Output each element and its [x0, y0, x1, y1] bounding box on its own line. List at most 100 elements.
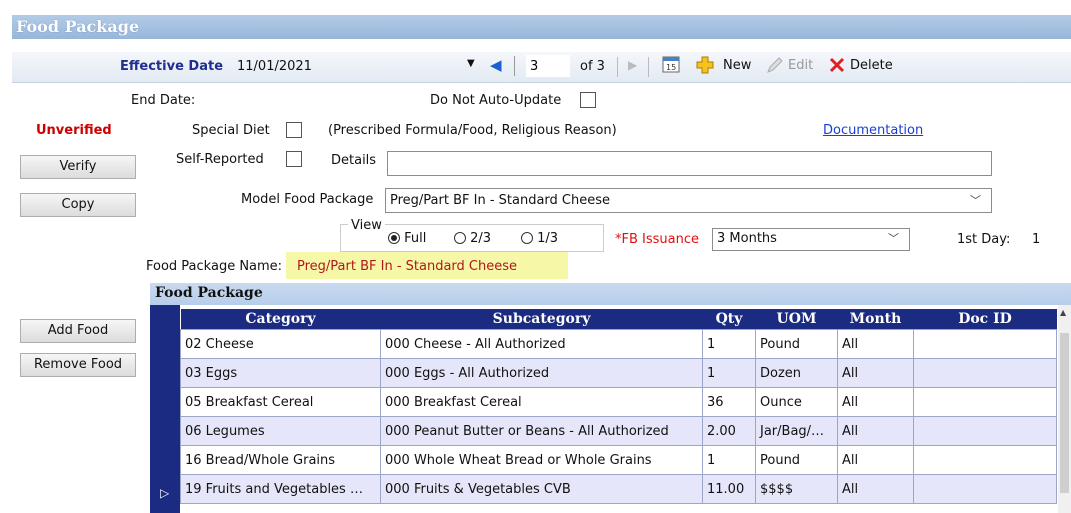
radio-icon: [521, 232, 533, 244]
cell-subcategory[interactable]: 000 Fruits & Vegetables CVB: [380, 474, 703, 504]
verify-button[interactable]: Verify: [20, 155, 136, 179]
cell-qty[interactable]: 2.00: [702, 416, 756, 446]
separator: [617, 57, 618, 77]
cell-subcategory[interactable]: 000 Cheese - All Authorized: [380, 329, 703, 359]
food-package-name-label: Food Package Name:: [146, 259, 283, 274]
cell-uom[interactable]: Ounce: [755, 387, 838, 417]
chevron-down-icon: ﹀: [888, 232, 899, 245]
fb-issuance-select[interactable]: 3 Months ﹀: [712, 228, 910, 251]
cell-month[interactable]: All: [837, 416, 914, 446]
chevron-down-icon: ﹀: [970, 194, 981, 207]
table-row[interactable]: 03 Eggs 000 Eggs - All Authorized 1 Doze…: [180, 358, 1057, 388]
special-diet-checkbox[interactable]: [286, 122, 302, 138]
cell-subcategory[interactable]: 000 Eggs - All Authorized: [380, 358, 703, 388]
separator: [648, 57, 649, 77]
column-header-subcategory[interactable]: Subcategory: [380, 309, 703, 330]
add-food-button[interactable]: Add Food: [20, 319, 136, 343]
first-day-label: 1st Day:: [957, 232, 1011, 247]
row-selector-column: [150, 305, 180, 513]
do-not-auto-update-label: Do Not Auto-Update: [430, 93, 562, 108]
effective-date-label: Effective Date: [120, 59, 224, 74]
cell-doc-id[interactable]: [913, 358, 1057, 388]
cell-doc-id[interactable]: [913, 445, 1057, 475]
cell-qty[interactable]: 1: [702, 358, 756, 388]
table-row[interactable]: 02 Cheese 000 Cheese - All Authorized 1 …: [180, 329, 1057, 359]
edit-pencil-icon[interactable]: [766, 56, 784, 74]
window-title: Food Package: [12, 15, 1071, 39]
cell-subcategory[interactable]: 000 Whole Wheat Bread or Whole Grains: [380, 445, 703, 475]
cell-month[interactable]: All: [837, 358, 914, 388]
cell-subcategory[interactable]: 000 Peanut Butter or Beans - All Authori…: [380, 416, 703, 446]
cell-doc-id[interactable]: [913, 474, 1057, 504]
cell-qty[interactable]: 1: [702, 329, 756, 359]
cell-uom[interactable]: Dozen: [755, 358, 838, 388]
record-total-label: of 3: [580, 59, 605, 74]
cell-category[interactable]: 06 Legumes: [180, 416, 381, 446]
special-diet-note: (Prescribed Formula/Food, Religious Reas…: [328, 123, 617, 138]
copy-button[interactable]: Copy: [20, 193, 136, 217]
table-row[interactable]: 19 Fruits and Vegetables … 000 Fruits & …: [180, 474, 1057, 504]
cell-month[interactable]: All: [837, 445, 914, 475]
documentation-link[interactable]: Documentation: [823, 123, 923, 138]
self-reported-checkbox[interactable]: [286, 151, 302, 167]
table-row[interactable]: 06 Legumes 000 Peanut Butter or Beans - …: [180, 416, 1057, 446]
column-header-qty[interactable]: Qty: [702, 309, 756, 330]
cell-qty[interactable]: 36: [702, 387, 756, 417]
view-label: View: [348, 218, 385, 233]
cell-uom[interactable]: $$$$: [755, 474, 838, 504]
new-button[interactable]: New: [723, 58, 751, 73]
cell-month[interactable]: All: [837, 474, 914, 504]
cell-doc-id[interactable]: [913, 387, 1057, 417]
effective-date-value: 11/01/2021: [237, 59, 312, 74]
fb-issuance-value: 3 Months: [717, 231, 777, 246]
cell-category[interactable]: 16 Bread/Whole Grains: [180, 445, 381, 475]
current-row-indicator-icon: ▷: [160, 486, 170, 500]
model-food-package-label: Model Food Package: [241, 192, 374, 207]
details-input[interactable]: [387, 151, 992, 176]
special-diet-label: Special Diet: [192, 123, 270, 138]
cell-doc-id[interactable]: [913, 329, 1057, 359]
record-index-input[interactable]: [526, 55, 570, 77]
edit-button[interactable]: Edit: [788, 58, 813, 73]
cell-month[interactable]: All: [837, 329, 914, 359]
effective-date-dropdown-icon[interactable]: ▼: [467, 58, 475, 69]
model-food-package-select[interactable]: Preg/Part BF In - Standard Cheese ﹀: [385, 188, 992, 213]
view-option-full[interactable]: Full: [388, 231, 426, 246]
cell-uom[interactable]: Pound: [755, 445, 838, 475]
cell-doc-id[interactable]: [913, 416, 1057, 446]
column-header-category[interactable]: Category: [180, 309, 381, 330]
table-row[interactable]: 16 Bread/Whole Grains 000 Whole Wheat Br…: [180, 445, 1057, 475]
previous-record-icon[interactable]: ◀: [490, 56, 502, 74]
cell-subcategory[interactable]: 000 Breakfast Cereal: [380, 387, 703, 417]
fb-issuance-label: *FB Issuance: [615, 232, 699, 247]
food-package-name-value: Preg/Part BF In - Standard Cheese: [297, 259, 518, 274]
remove-food-button[interactable]: Remove Food: [20, 353, 136, 377]
grid-scrollbar[interactable]: [1058, 305, 1071, 513]
cell-category[interactable]: 19 Fruits and Vegetables …: [180, 474, 381, 504]
radio-icon: [454, 232, 466, 244]
cell-month[interactable]: All: [837, 387, 914, 417]
table-row[interactable]: 05 Breakfast Cereal 000 Breakfast Cereal…: [180, 387, 1057, 417]
next-record-icon[interactable]: ▶: [628, 58, 637, 72]
end-date-label: End Date:: [131, 93, 196, 108]
scrollbar-thumb[interactable]: [1060, 333, 1069, 493]
view-option-two-thirds[interactable]: 2/3: [454, 231, 491, 246]
new-plus-icon[interactable]: [696, 56, 714, 74]
view-option-one-third[interactable]: 1/3: [521, 231, 558, 246]
calendar-icon[interactable]: 15: [662, 55, 680, 73]
cell-category[interactable]: 03 Eggs: [180, 358, 381, 388]
do-not-auto-update-checkbox[interactable]: [580, 92, 596, 108]
column-header-month[interactable]: Month: [837, 309, 914, 330]
delete-button[interactable]: Delete: [850, 58, 893, 73]
cell-qty[interactable]: 1: [702, 445, 756, 475]
cell-category[interactable]: 05 Breakfast Cereal: [180, 387, 381, 417]
scroll-up-icon[interactable]: ▲: [1060, 308, 1066, 317]
cell-category[interactable]: 02 Cheese: [180, 329, 381, 359]
cell-uom[interactable]: Jar/Bag/…: [755, 416, 838, 446]
column-header-doc-id[interactable]: Doc ID: [913, 309, 1057, 330]
delete-x-icon[interactable]: [829, 57, 845, 73]
cell-qty[interactable]: 11.00: [702, 474, 756, 504]
cell-uom[interactable]: Pound: [755, 329, 838, 359]
radio-icon: [388, 232, 400, 244]
column-header-uom[interactable]: UOM: [755, 309, 838, 330]
